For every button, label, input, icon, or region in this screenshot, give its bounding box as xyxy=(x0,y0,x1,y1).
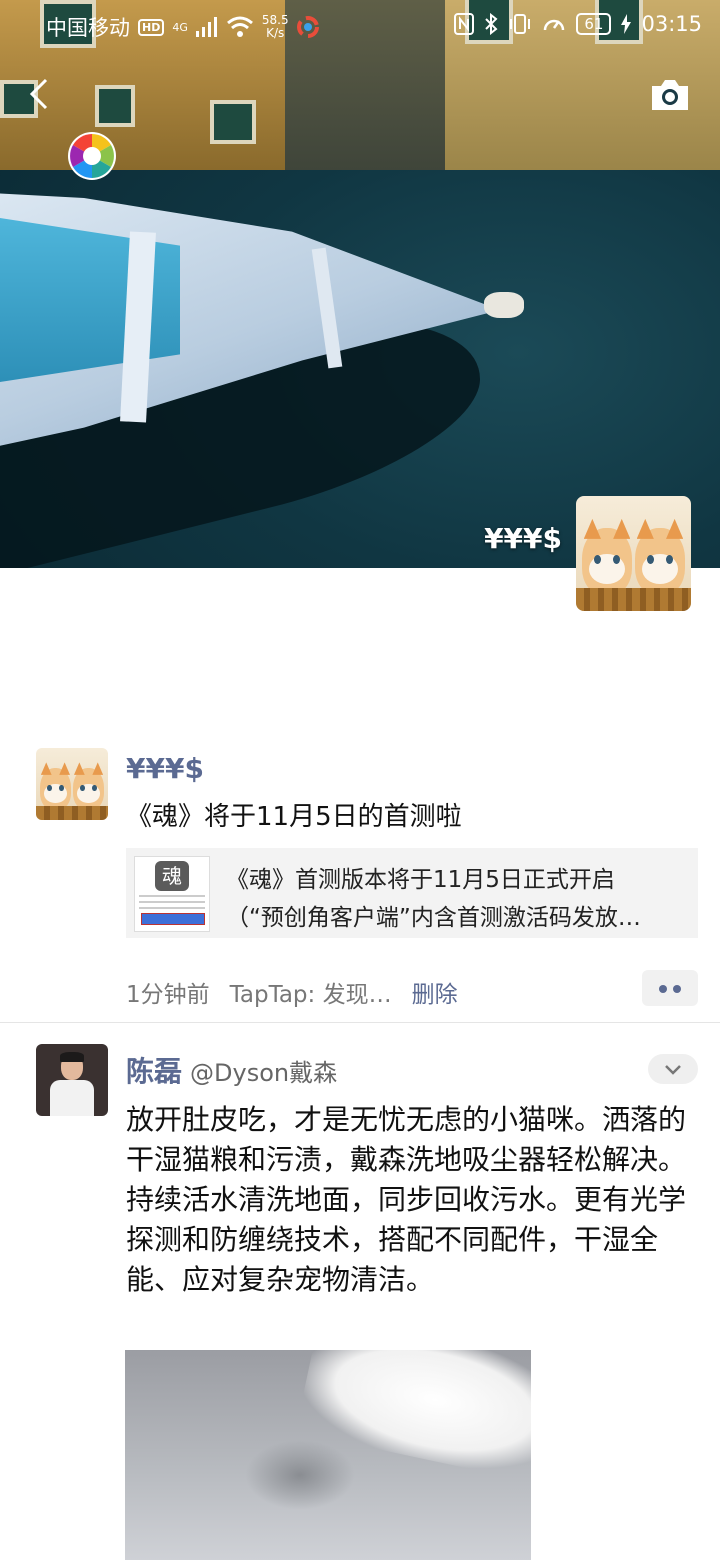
chevron-down-icon xyxy=(665,1065,681,1075)
post-meta: 1分钟前 TapTap: 发现… 删除 xyxy=(126,975,458,1009)
post-author-avatar[interactable] xyxy=(36,1044,108,1116)
boat-rope xyxy=(484,292,524,318)
post-paragraph: 持续活水清洗地面，同步回收污水。更有光学探测和防缠绕技术，搭配不同配件，干湿全能… xyxy=(126,1183,687,1296)
post-author-avatar[interactable] xyxy=(36,748,108,820)
clock: 03:15 xyxy=(641,12,702,36)
post-text: 放开肚皮吃，才是无忧无虑的小猫咪。洒落的干湿猫粮和污渍，戴森洗地吸尘器轻松解决。… xyxy=(126,1100,696,1300)
wifi-icon xyxy=(226,16,253,37)
game-logo-icon: 魂 xyxy=(155,861,189,891)
nfc-icon xyxy=(454,13,475,35)
cover-avatar[interactable] xyxy=(576,496,691,611)
post-paragraph: 放开肚皮吃，才是无忧无虑的小猫咪。洒落的干湿猫粮和污渍，戴森洗地吸尘器轻松解决。 xyxy=(126,1103,687,1176)
post-divider xyxy=(0,1022,720,1023)
kitten-avatar-image xyxy=(36,748,108,820)
dot-icon xyxy=(673,985,681,993)
cover-image[interactable] xyxy=(0,0,720,568)
speedometer-icon xyxy=(544,19,565,31)
signal-label: 4G xyxy=(172,20,188,34)
post-image[interactable] xyxy=(125,1350,531,1560)
post-text: 《魂》将于11月5日的首测啦 xyxy=(126,802,462,832)
collapse-toggle-button[interactable] xyxy=(648,1054,698,1084)
camera-icon[interactable] xyxy=(650,78,690,112)
post-header: 陈磊 @Dyson戴森 xyxy=(126,1050,337,1090)
delete-link[interactable]: 删除 xyxy=(412,975,458,1009)
signal-bars-icon xyxy=(195,17,217,37)
status-bar: 中国移动 HD 4G 58.5 K/s 61 03:15 xyxy=(0,0,720,52)
post-author-handle: @Dyson戴森 xyxy=(190,1059,338,1087)
battery-level: 61 xyxy=(576,13,612,35)
bluetooth-icon xyxy=(485,13,498,35)
shutter-ring-icon[interactable] xyxy=(66,130,118,182)
more-options-button[interactable] xyxy=(642,970,698,1006)
net-speed: 58.5 K/s xyxy=(262,14,289,40)
shared-link-card[interactable]: 魂 《魂》首测版本将于11月5日正式开启 （“预创角客户端”内含首测激活码发放… xyxy=(126,848,698,938)
post-source[interactable]: TapTap: 发现… xyxy=(230,975,392,1009)
vibrate-icon xyxy=(510,14,531,34)
carrier-label: 中国移动 xyxy=(46,16,130,40)
link-title: 《魂》首测版本将于11月5日正式开启 xyxy=(226,867,615,893)
net-speed-unit: K/s xyxy=(266,26,285,40)
kitten-avatar-image xyxy=(576,496,691,611)
link-thumbnail: 魂 xyxy=(134,856,210,932)
post-time: 1分钟前 xyxy=(126,982,210,1008)
floor-stain xyxy=(245,1440,355,1510)
charging-icon xyxy=(621,14,632,34)
post-author-name[interactable]: 陈磊 xyxy=(126,1050,182,1090)
net-speed-value: 58.5 xyxy=(261,13,289,27)
hd-badge: HD xyxy=(138,18,165,36)
link-subtitle: （“预创角客户端”内含首测激活码发放… xyxy=(226,905,641,931)
post-author-name[interactable]: ¥¥¥$ xyxy=(126,752,204,785)
dot-icon xyxy=(659,985,667,993)
back-arrow-icon[interactable] xyxy=(22,74,62,114)
cover-user-name[interactable]: ¥¥¥$ xyxy=(484,522,562,555)
app-notification-icon xyxy=(296,16,319,38)
